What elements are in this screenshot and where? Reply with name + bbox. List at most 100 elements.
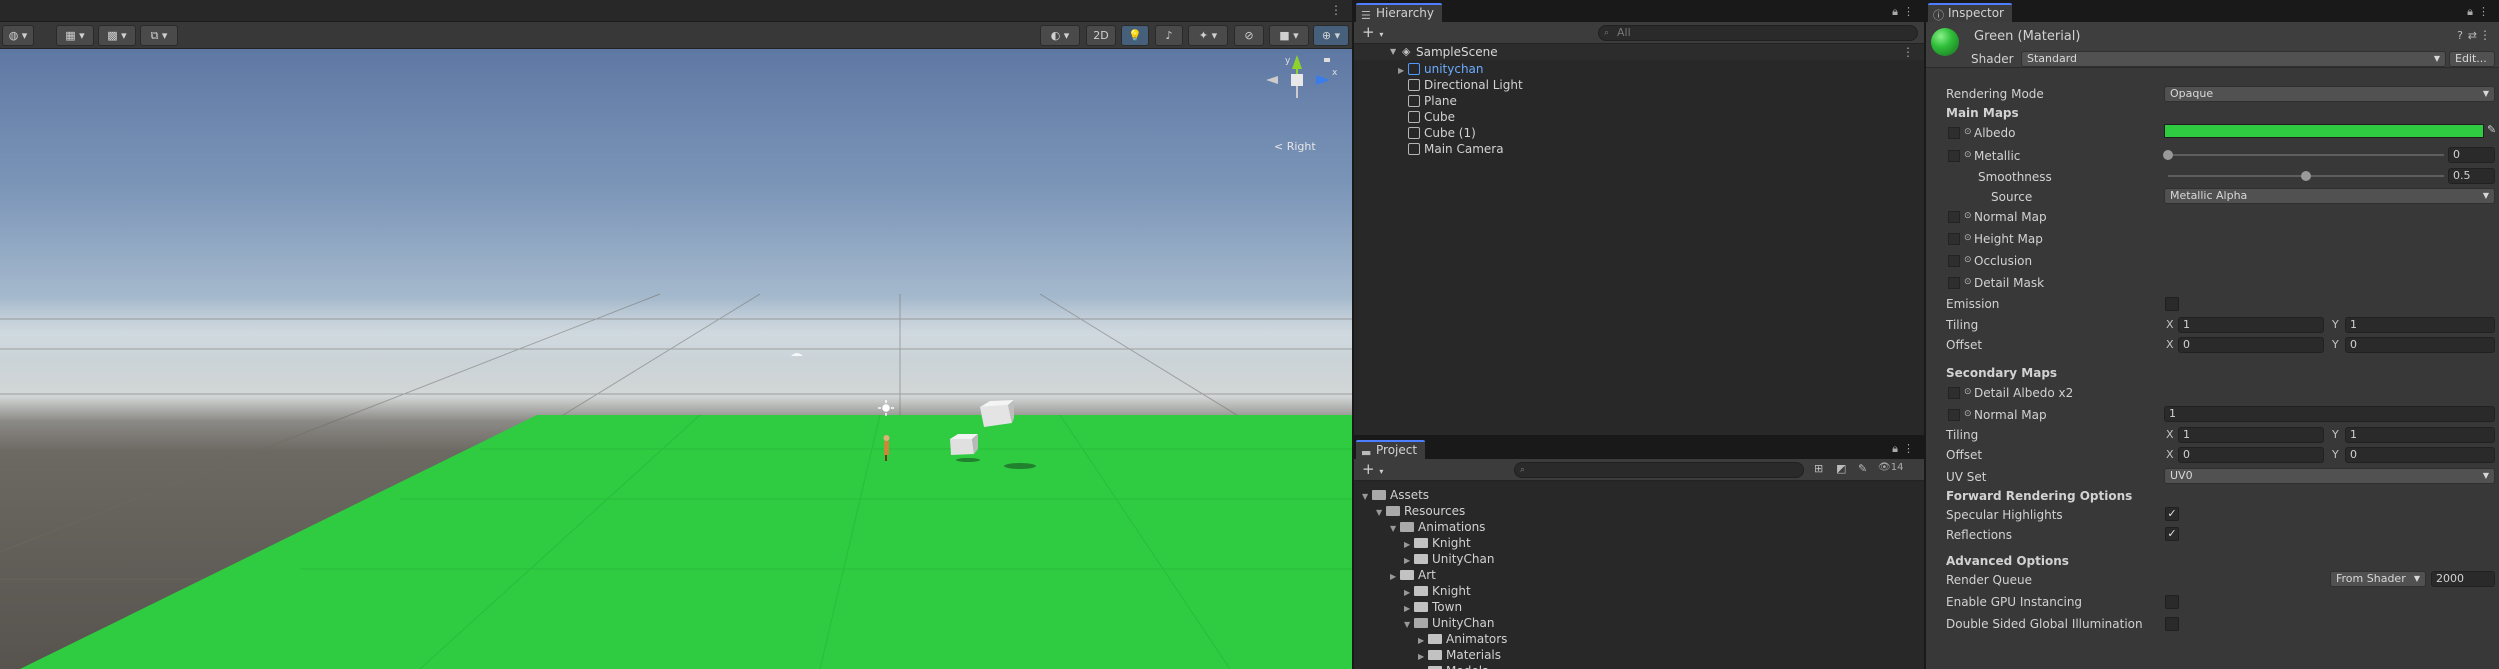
hierarchy-item-directional-light[interactable]: Directional Light [1408, 77, 1523, 93]
reflections-checkbox[interactable]: ✓ [2165, 527, 2179, 541]
object-picker-icon[interactable]: ⊙ [1964, 127, 1972, 137]
project-folder-town[interactable]: ▶ Town [1404, 599, 1462, 615]
globe-icon[interactable]: ◍ ▾ [2, 25, 34, 46]
directional-light-gizmo[interactable] [878, 400, 894, 416]
shader-dropdown[interactable]: Standard ▼ [2021, 51, 2446, 67]
axis-y-arrow[interactable] [1292, 55, 1302, 69]
object-picker-icon[interactable]: ⊙ [1964, 150, 1972, 160]
secondary-normal-scale-field[interactable]: 1 [2164, 406, 2495, 422]
camera-gizmo[interactable] [791, 353, 803, 356]
expand-icon[interactable]: ▼ [1390, 44, 1396, 60]
project-folder-knight[interactable]: ▶ Knight [1404, 583, 1471, 599]
camera-icon[interactable]: ■ ▾ [1269, 25, 1309, 46]
project-folder-art[interactable]: ▶ Art [1390, 567, 1436, 583]
secondary-offset-y-field[interactable]: 0 [2345, 447, 2495, 463]
draw-mode-icon[interactable]: ◐ ▾ [1040, 25, 1080, 46]
detail-albedo-texture-slot[interactable] [1948, 387, 1960, 399]
lock-icon[interactable]: 🔒︎ [1892, 442, 1898, 456]
orientation-gizmo[interactable]: y x [1250, 53, 1340, 123]
detail-mask-texture-slot[interactable] [1948, 277, 1960, 289]
effects-icon[interactable]: ✦ ▾ [1188, 25, 1228, 46]
more-menu-icon[interactable]: ⋮ [1903, 442, 1914, 455]
source-dropdown[interactable]: Metallic Alpha ▼ [2164, 188, 2495, 204]
hierarchy-item-cube[interactable]: Cube [1408, 109, 1455, 125]
project-search-input[interactable]: ⌕ [1514, 462, 1804, 478]
collapse-icon[interactable]: ▶ [1398, 63, 1408, 79]
collapsed-arrow-icon[interactable]: ▶ [1390, 569, 1400, 585]
secondary-tiling-y-field[interactable]: 1 [2345, 427, 2495, 443]
uv-set-dropdown[interactable]: UV0 ▼ [2164, 468, 2495, 484]
emission-checkbox[interactable] [2165, 297, 2179, 311]
green-plane[interactable] [20, 415, 1352, 669]
metallic-value-field[interactable]: 0 [2448, 147, 2495, 163]
tab-project[interactable]: ▬ Project [1356, 440, 1426, 459]
rendering-mode-dropdown[interactable]: Opaque ▼ [2164, 86, 2495, 102]
project-folder-unitychan[interactable]: ▼ UnityChan [1404, 615, 1494, 631]
tab-hierarchy[interactable]: ☰ Hierarchy [1356, 3, 1443, 22]
object-picker-icon[interactable]: ⊙ [1964, 233, 1972, 243]
main-offset-y-field[interactable]: 0 [2345, 337, 2495, 353]
cube-1-object[interactable] [950, 434, 978, 455]
help-icon[interactable]: ? [2457, 29, 2463, 42]
main-tiling-y-field[interactable]: 1 [2345, 317, 2495, 333]
eyedropper-icon[interactable]: ✎ [2487, 123, 2496, 136]
audio-icon[interactable]: ♪ [1155, 25, 1183, 46]
more-menu-icon[interactable]: ⋮ [1903, 5, 1914, 18]
albedo-color-field[interactable] [2164, 124, 2484, 138]
search-by-type-icon[interactable]: ⊞ [1814, 462, 1823, 475]
object-picker-icon[interactable]: ⊙ [1964, 255, 1972, 265]
project-folder-assets[interactable]: ▼ Assets [1362, 487, 1429, 503]
scene-view[interactable]: ⋮ ◍ ▾ ▦ ▾ ▩ ▾ ⧉ ▾ ◐ ▾ 2D 💡 ♪ ✦ ▾ ⊘ ■ ▾ ⊕… [0, 0, 1352, 669]
object-picker-icon[interactable]: ⊙ [1964, 277, 1972, 287]
normal-map-texture-slot[interactable] [1948, 211, 1960, 223]
view-label[interactable]: < Right [1274, 140, 1316, 153]
grid-snap-icon[interactable]: ▦ ▾ [56, 25, 94, 46]
scene-menu-icon[interactable]: ⋮ [1902, 44, 1914, 60]
expanded-arrow-icon[interactable]: ▼ [1404, 617, 1414, 633]
axis-z-arrow[interactable] [1316, 75, 1330, 85]
render-queue-value-field[interactable]: 2000 [2431, 571, 2495, 587]
project-folder-models[interactable]: ▶ Models [1418, 663, 1488, 669]
main-tiling-x-field[interactable]: 1 [2178, 317, 2324, 333]
hierarchy-item-plane[interactable]: Plane [1408, 93, 1457, 109]
more-menu-icon[interactable]: ⋮ [2478, 5, 2489, 18]
hierarchy-item-cube-1[interactable]: Cube (1) [1408, 125, 1476, 141]
project-folder-unitychan[interactable]: ▶ UnityChan [1404, 551, 1494, 567]
height-map-texture-slot[interactable] [1948, 233, 1960, 245]
specular-highlights-checkbox[interactable]: ✓ [2165, 507, 2179, 521]
gpu-instancing-checkbox[interactable] [2165, 595, 2179, 609]
smoothness-value-field[interactable]: 0.5 [2448, 168, 2495, 184]
axis-x-neg-arrow[interactable] [1266, 76, 1278, 84]
light-icon[interactable]: 💡 [1121, 25, 1149, 46]
edit-shader-button[interactable]: Edit... [2449, 51, 2495, 67]
expanded-arrow-icon[interactable]: ▼ [1390, 521, 1400, 537]
lock-icon[interactable]: 🔒︎ [2467, 5, 2473, 19]
albedo-texture-slot[interactable] [1948, 127, 1960, 139]
create-icon[interactable]: + ▾ [1362, 461, 1383, 480]
visibility-count[interactable]: 👁︎14 [1878, 462, 1903, 473]
presets-icon[interactable]: ⇄ [2468, 29, 2477, 42]
transform-icon[interactable]: ⧉ ▾ [140, 25, 178, 46]
expanded-arrow-icon[interactable]: ▼ [1362, 489, 1372, 505]
metallic-slider-track[interactable] [2168, 154, 2444, 156]
project-folder-materials[interactable]: ▶ Materials [1418, 647, 1501, 663]
project-folder-resources[interactable]: ▼ Resources [1376, 503, 1465, 519]
project-folder-animators[interactable]: ▶ Animators [1418, 631, 1507, 647]
component-menu-icon[interactable]: ⋮ [2479, 28, 2491, 42]
metallic-texture-slot[interactable] [1948, 150, 1960, 162]
smoothness-slider-handle[interactable] [2301, 171, 2311, 181]
add-icon[interactable]: + ▾ [1362, 24, 1383, 43]
favorites-icon[interactable]: ✎ [1858, 462, 1867, 475]
project-folder-animations[interactable]: ▼ Animations [1390, 519, 1485, 535]
double-sided-gi-checkbox[interactable] [2165, 617, 2179, 631]
gizmos-icon[interactable]: ⊕ ▾ [1313, 25, 1349, 46]
grid-icon[interactable]: ▩ ▾ [98, 25, 136, 46]
expanded-arrow-icon[interactable]: ▼ [1376, 505, 1386, 521]
collapsed-arrow-icon[interactable]: ▶ [1418, 665, 1428, 669]
2d-toggle[interactable]: 2D [1086, 25, 1116, 46]
more-menu-icon[interactable]: ⋮ [1330, 3, 1342, 17]
render-queue-mode-dropdown[interactable]: From Shader ▼ [2330, 571, 2426, 587]
scene-viewport[interactable]: y x < Right [0, 49, 1352, 669]
object-picker-icon[interactable]: ⊙ [1964, 211, 1972, 221]
secondary-tiling-x-field[interactable]: 1 [2178, 427, 2324, 443]
